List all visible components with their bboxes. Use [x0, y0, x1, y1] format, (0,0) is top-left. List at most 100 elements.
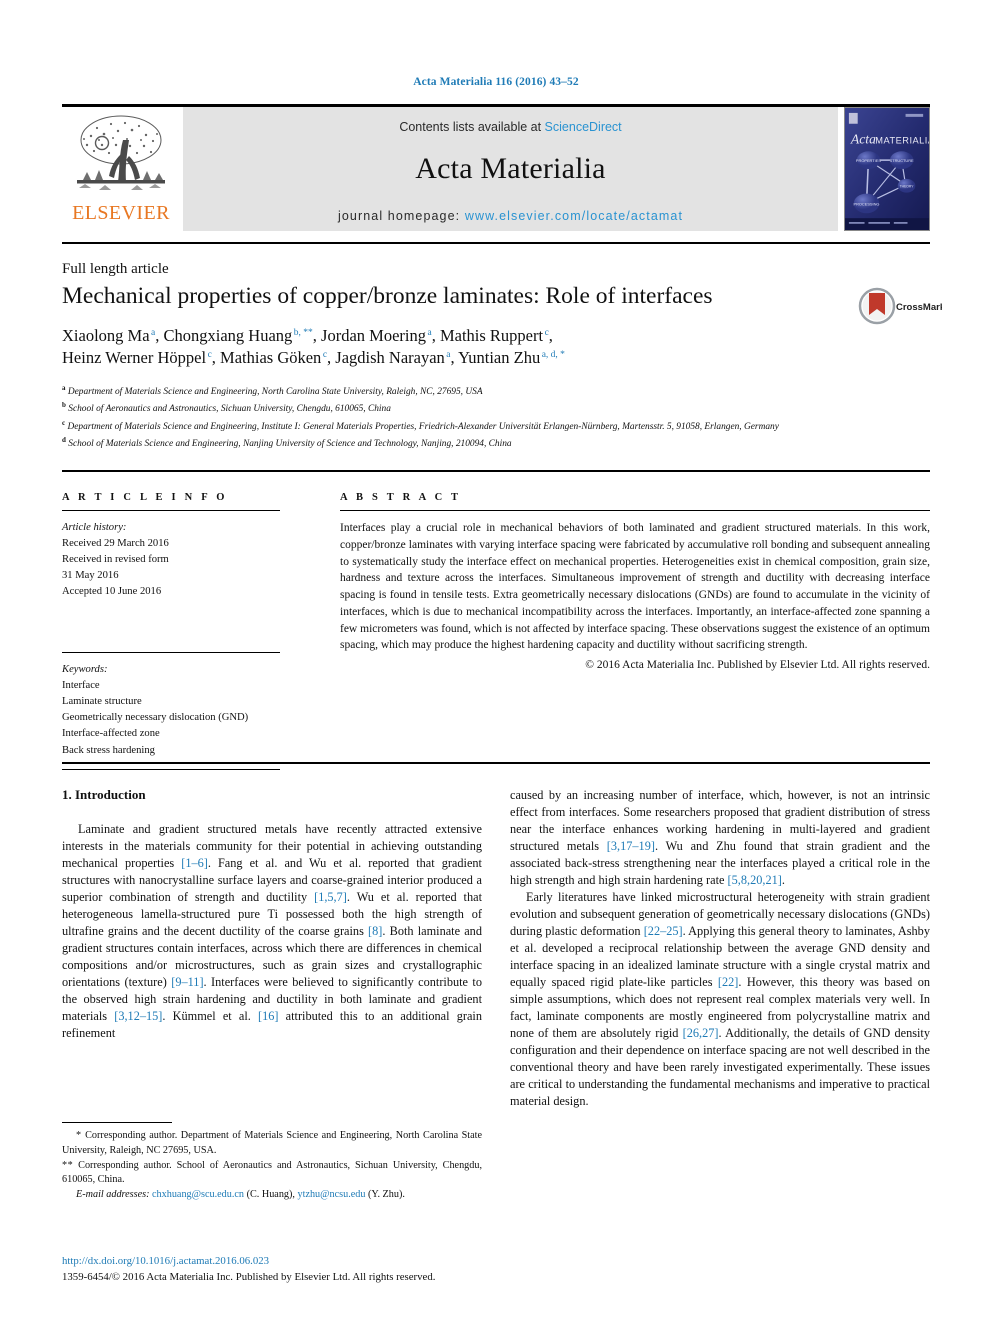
- keyword-item: Geometrically necessary dislocation (GND…: [62, 712, 249, 724]
- author-sep: ,: [431, 326, 440, 345]
- contents-prefix: Contents lists available at: [399, 120, 545, 134]
- keywords-block: Keywords: Interface Laminate structure G…: [62, 652, 280, 770]
- author-name: Mathis Ruppert: [439, 326, 544, 345]
- homepage-prefix: journal homepage:: [337, 209, 465, 223]
- keyword-item: Laminate structure: [62, 696, 142, 708]
- elsevier-logo: ELSEVIER: [62, 107, 180, 231]
- journal-title: Acta Materialia: [415, 152, 606, 185]
- affiliation-item: c Department of Materials Science and En…: [62, 418, 882, 435]
- author-item: Mathis Ruppert c,: [440, 326, 553, 345]
- author-item: Yuntian Zhu a, d, *: [458, 348, 565, 367]
- citation-reference[interactable]: [3,12–15]: [114, 1009, 162, 1023]
- article-history-heading: Article history:: [62, 522, 127, 533]
- citation-reference[interactable]: [9–11]: [171, 975, 203, 989]
- footnote-rule: [62, 1122, 172, 1123]
- author-item: Xiaolong Ma a,: [62, 326, 164, 345]
- author-sep: ,: [450, 348, 459, 368]
- article-history-block: Article history: Received 29 March 2016 …: [62, 520, 280, 600]
- keywords-top-rule: [62, 652, 280, 654]
- citation-reference[interactable]: [8]: [368, 924, 382, 938]
- affiliation-marker: d: [62, 436, 66, 445]
- affiliation-marker: b: [62, 401, 66, 410]
- keyword-item: Interface: [62, 680, 100, 692]
- author-name: Chongxiang Huang: [163, 326, 293, 345]
- crossmark-icon: CrossMark: [858, 287, 942, 325]
- section-heading-introduction: 1. Introduction: [62, 787, 146, 802]
- email-owner-zhu: (Y. Zhu).: [368, 1189, 405, 1201]
- footnote-emails: E-mail addresses: chxhuang@scu.edu.cn (C…: [62, 1188, 482, 1203]
- body-column-left: 1. Introduction Laminate and gradient st…: [62, 787, 482, 1110]
- history-line: Received in revised form: [62, 553, 169, 565]
- email-owner-huang: (C. Huang),: [246, 1189, 295, 1201]
- crossmark-badge[interactable]: CrossMark: [858, 285, 942, 327]
- citation-reference[interactable]: [22–25]: [644, 924, 683, 938]
- affiliation-item: a Department of Materials Science and En…: [62, 383, 882, 400]
- footnote-text: Corresponding author. Department of Mate…: [62, 1130, 483, 1156]
- abstract-rule: [340, 510, 930, 511]
- affiliation-marker: a: [62, 384, 66, 392]
- journal-band: Contents lists available at ScienceDirec…: [183, 107, 838, 231]
- svg-text:THEORY: THEORY: [900, 185, 915, 189]
- contents-available-line: Contents lists available at ScienceDirec…: [183, 107, 838, 134]
- email-link-huang[interactable]: chxhuang@scu.edu.cn: [152, 1189, 244, 1200]
- abstract-copyright: © 2016 Acta Materialia Inc. Published by…: [585, 659, 930, 672]
- citation-reference[interactable]: [5,8,20,21]: [728, 873, 782, 887]
- keywords-bottom-rule: [62, 768, 280, 770]
- sciencedirect-link[interactable]: ScienceDirect: [545, 120, 622, 134]
- email-link-zhu[interactable]: ytzhu@ncsu.edu: [298, 1189, 366, 1200]
- info-abstract-region: A R T I C L E I N F O Article history: R…: [62, 492, 930, 779]
- journal-cover-thumbnail[interactable]: Acta MATERIALIA PROPERTIES STRUCTURE THE…: [844, 107, 930, 231]
- history-line: Accepted 10 June 2016: [62, 586, 162, 598]
- elsevier-tree-icon: [77, 115, 165, 190]
- svg-text:STRUCTURE: STRUCTURE: [890, 158, 914, 163]
- affiliation-list: a Department of Materials Science and En…: [62, 383, 882, 452]
- footnote-text: Corresponding author. School of Aeronaut…: [62, 1159, 483, 1186]
- history-line: Received 29 March 2016: [62, 537, 169, 549]
- paragraph: Laminate and gradient structured metals …: [62, 822, 482, 1041]
- article-info-label: A R T I C L E I N F O: [62, 492, 228, 503]
- svg-text:Acta: Acta: [850, 131, 876, 146]
- history-line: 31 May 2016: [62, 570, 119, 582]
- journal-masthead: ELSEVIER Contents lists available at Sci…: [62, 104, 930, 231]
- abstract-top-rule: [62, 470, 930, 472]
- body-columns: 1. Introduction Laminate and gradient st…: [62, 787, 930, 1110]
- author-item: Chongxiang Huang b, **,: [164, 326, 322, 345]
- paragraph: Early literatures have linked microstruc…: [510, 890, 930, 1109]
- author-affil-marker: b, **: [293, 327, 313, 338]
- citation-reference[interactable]: [16]: [258, 1009, 279, 1023]
- keyword-item: Interface-affected zone: [62, 728, 160, 740]
- paragraph: caused by an increasing number of interf…: [510, 788, 930, 888]
- doi-link[interactable]: http://dx.doi.org/10.1016/j.actamat.2016…: [62, 1253, 522, 1269]
- author-item: Jagdish Narayan a,: [335, 348, 458, 367]
- author-item: Jordan Moering a,: [321, 326, 440, 345]
- journal-cover-art: Acta MATERIALIA PROPERTIES STRUCTURE THE…: [845, 108, 929, 230]
- citation-reference[interactable]: [1–6]: [181, 856, 208, 870]
- homepage-url-link[interactable]: www.elsevier.com/locate/actamat: [465, 209, 683, 223]
- footnote-corresponding-2: ** Corresponding author. School of Aeron…: [62, 1159, 482, 1189]
- affiliation-text: Department of Materials Science and Engi…: [67, 387, 483, 398]
- author-item: Mathias Göken c,: [220, 348, 335, 367]
- article-type-label: Full length article: [62, 261, 169, 277]
- body-column-right: caused by an increasing number of interf…: [510, 787, 930, 1110]
- keyword-item: Back stress hardening: [62, 744, 155, 756]
- abstract-label: A B S T R A C T: [340, 492, 462, 503]
- citation-reference[interactable]: [26,27]: [683, 1026, 719, 1040]
- affiliation-text: School of Materials Science and Engineer…: [68, 439, 512, 450]
- abstract-text: Interfaces play a crucial role in mechan…: [340, 522, 930, 652]
- footnote-marker: *: [76, 1130, 82, 1141]
- masthead-bottom-rule: [62, 242, 930, 244]
- author-item: Heinz Werner Höppel c,: [62, 348, 220, 367]
- citation-reference[interactable]: [22]: [718, 975, 739, 989]
- page-root: Acta Materialia 116 (2016) 43–52 ELSEVIE…: [0, 0, 992, 1323]
- keywords-heading: Keywords:: [62, 664, 108, 676]
- author-name: Jagdish Narayan: [335, 348, 445, 368]
- author-affil-marker: a, d, *: [541, 349, 565, 360]
- citation-reference[interactable]: [3,17–19]: [607, 839, 655, 853]
- citation-reference[interactable]: [1,5,7]: [314, 890, 347, 904]
- article-info-column: A R T I C L E I N F O Article history: R…: [62, 492, 280, 779]
- footnote-block: * Corresponding author. Department of Ma…: [62, 1122, 482, 1203]
- email-label: E-mail addresses:: [76, 1189, 150, 1201]
- author-name: Mathias Göken: [220, 348, 322, 368]
- footnote-corresponding-1: * Corresponding author. Department of Ma…: [62, 1129, 482, 1159]
- svg-text:PROPERTIES: PROPERTIES: [856, 158, 881, 163]
